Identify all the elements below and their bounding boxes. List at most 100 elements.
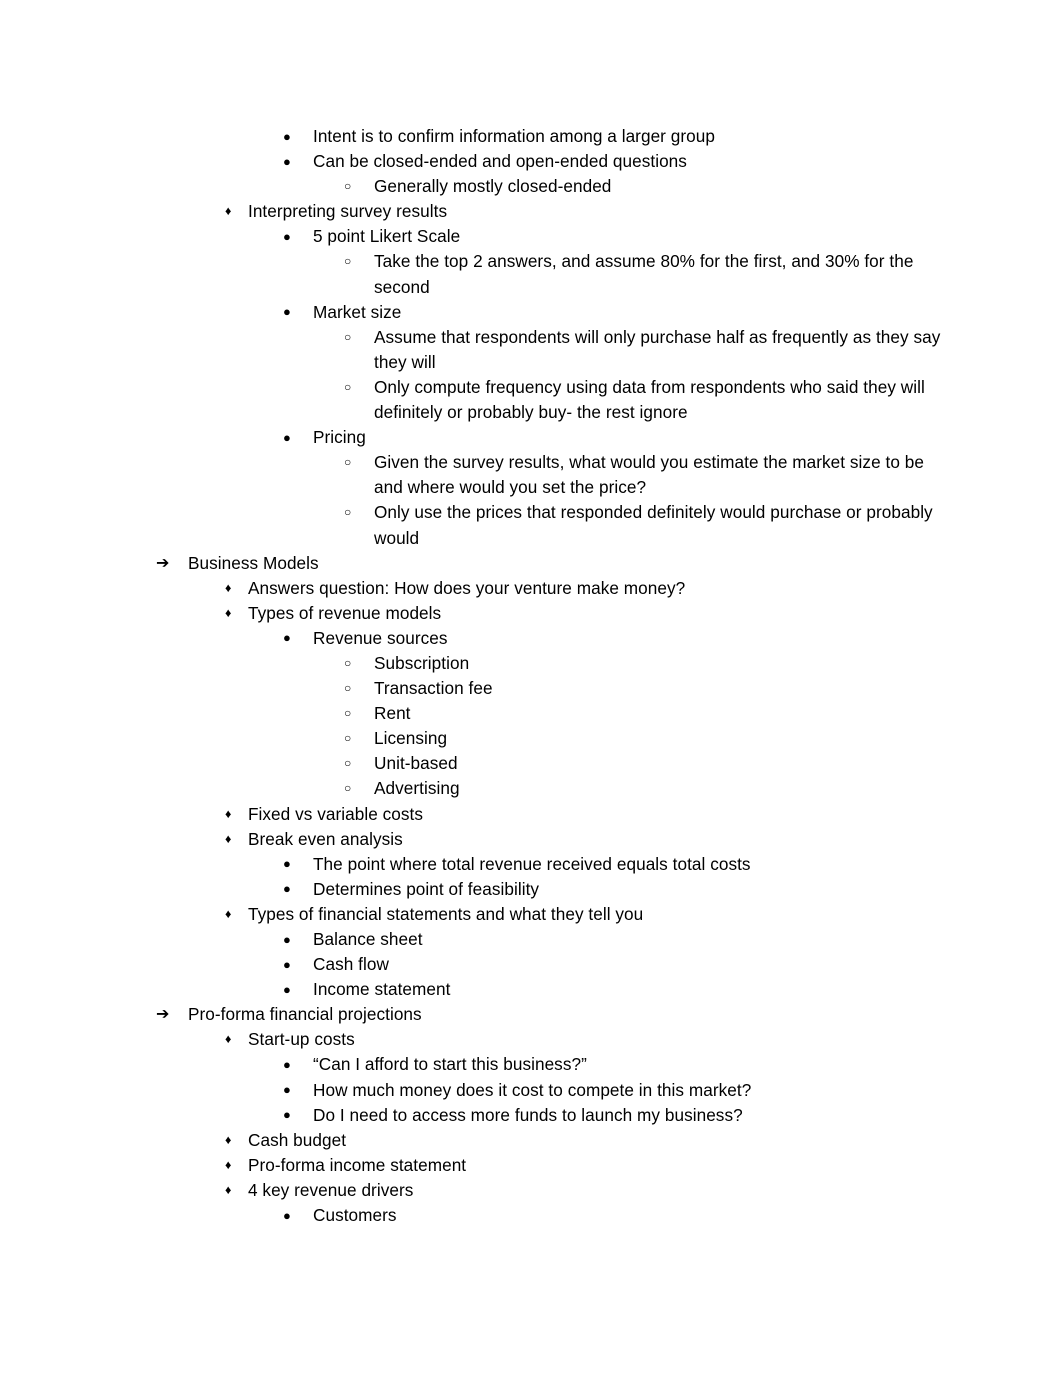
outline-item-text: Answers question: How does your venture … <box>248 577 686 598</box>
outline-item-text: Customers <box>313 1205 397 1226</box>
outline-item-level-2: ♦ Start-up costs <box>0 1027 1062 1052</box>
outline-item-text: Do I need to access more funds to launch… <box>313 1104 743 1125</box>
outline-item-text: 4 key revenue drivers <box>248 1179 414 1200</box>
disc-bullet-icon: ● <box>283 128 291 144</box>
outline-item-text: Pro-forma financial projections <box>188 1004 422 1025</box>
outline-item-level-2: ♦ Interpreting survey results <box>0 199 1062 224</box>
outline-item-text: Break even analysis <box>248 828 403 849</box>
diamond-bullet-icon: ♦ <box>225 1032 232 1047</box>
outline-item-text: Determines point of feasibility <box>313 878 540 899</box>
outline-item-level-4: ○ Rent <box>0 701 1062 726</box>
outline-item-level-3: ● Revenue sources <box>0 626 1062 651</box>
outline-item-text: Market size <box>313 301 402 322</box>
outline-item-text: Types of revenue models <box>248 602 442 623</box>
circle-bullet-icon: ○ <box>344 254 352 269</box>
outline-item-text: Unit-based <box>374 753 458 774</box>
outline-item-text: Business Models <box>188 552 319 573</box>
outline-item-level-3: ● Balance sheet <box>0 927 1062 952</box>
diamond-bullet-icon: ♦ <box>225 1182 232 1197</box>
outline-item-level-3: ● The point where total revenue received … <box>0 852 1062 877</box>
disc-bullet-icon: ● <box>283 1082 291 1098</box>
outline-item-text: Only compute frequency using data from r… <box>374 376 925 423</box>
outline-item-level-4: ○ Transaction fee <box>0 676 1062 701</box>
outline-item-level-4: ○ Take the top 2 answers, and assume 80% … <box>0 249 1062 299</box>
circle-bullet-icon: ○ <box>344 681 352 696</box>
outline-item-level-3: ● Determines point of feasibility <box>0 877 1062 902</box>
arrow-bullet-icon: ➔ <box>156 1006 170 1024</box>
outline-item-level-3: ● How much money does it cost to compete … <box>0 1078 1062 1103</box>
outline-item-level-4: ○ Given the survey results, what would yo… <box>0 450 1062 500</box>
outline-item-level-4: ○ Assume that respondents will only purch… <box>0 325 1062 375</box>
outline-item-text: Take the top 2 answers, and assume 80% f… <box>374 251 914 297</box>
circle-bullet-icon: ○ <box>344 505 352 520</box>
diamond-bullet-icon: ♦ <box>225 580 232 595</box>
outline-item-level-2: ♦ Types of revenue models <box>0 601 1062 626</box>
outline-item-text: Only use the prices that responded defin… <box>374 502 933 548</box>
outline-item-text: Transaction fee <box>374 678 493 699</box>
outline-item-level-3: ● Intent is to confirm information among … <box>0 124 1062 149</box>
outline-item-text: Intent is to confirm information among a… <box>313 126 715 146</box>
outline-item-level-4: ○ Only compute frequency using data from … <box>0 375 1062 425</box>
outline-item-text: Types of financial statements and what t… <box>248 903 644 924</box>
outline-item-text: Assume that respondents will only purcha… <box>374 326 941 372</box>
outline-item-level-4: ○ Licensing <box>0 726 1062 751</box>
outline-item-level-3: ● Cash flow <box>0 952 1062 977</box>
outline-item-text: “Can I afford to start this business?” <box>313 1054 587 1075</box>
outline-item-level-3: ● “Can I afford to start this business?” <box>0 1052 1062 1077</box>
outline-item-level-4: ○ Advertising <box>0 776 1062 801</box>
disc-bullet-icon: ● <box>283 931 291 947</box>
outline-item-text: How much money does it cost to compete i… <box>313 1079 752 1100</box>
outline-item-level-3: ● Can be closed-ended and open-ended ques… <box>0 149 1062 174</box>
outline-item-level-1: ➔ Pro-forma financial projections <box>0 1002 1062 1027</box>
outline-item-text: 5 point Likert Scale <box>313 226 461 247</box>
outline-item-text: Subscription <box>374 652 470 673</box>
outline-item-text: Can be closed-ended and open-ended quest… <box>313 151 687 172</box>
outline-item-level-3: ● Customers <box>0 1203 1062 1228</box>
outline-item-text: Fixed vs variable costs <box>248 803 423 824</box>
outline-item-level-3: ● 5 point Likert Scale <box>0 224 1062 249</box>
disc-bullet-icon: ● <box>283 881 291 897</box>
arrow-bullet-icon: ➔ <box>156 554 170 572</box>
diamond-bullet-icon: ♦ <box>225 204 232 219</box>
diamond-bullet-icon: ♦ <box>225 806 232 821</box>
outline-item-level-2: ♦ Pro-forma income statement <box>0 1153 1062 1178</box>
disc-bullet-icon: ● <box>283 630 291 646</box>
outline-item-text: Cash flow <box>313 954 389 975</box>
diamond-bullet-icon: ♦ <box>225 605 232 620</box>
outline-item-level-3: ● Pricing <box>0 425 1062 450</box>
outline-item-text: Interpreting survey results <box>248 201 448 222</box>
disc-bullet-icon: ● <box>283 304 291 320</box>
outline-item-level-2: ♦ Types of financial statements and what … <box>0 902 1062 927</box>
diamond-bullet-icon: ♦ <box>225 831 232 846</box>
outline-item-level-1: ➔ Business Models <box>0 551 1062 576</box>
outline-item-level-2: ♦ Answers question: How does your venture… <box>0 576 1062 601</box>
disc-bullet-icon: ● <box>283 956 291 972</box>
circle-bullet-icon: ○ <box>344 706 352 721</box>
disc-bullet-icon: ● <box>283 981 291 997</box>
disc-bullet-icon: ● <box>283 429 291 445</box>
outline-item-text: Rent <box>374 703 411 724</box>
disc-bullet-icon: ● <box>283 153 291 169</box>
outline-item-level-3: ● Do I need to access more funds to launc… <box>0 1103 1062 1128</box>
outline-item-text: Cash budget <box>248 1129 347 1150</box>
outline-item-level-4: ○ Subscription <box>0 651 1062 676</box>
outline-item-text: Revenue sources <box>313 627 448 648</box>
circle-bullet-icon: ○ <box>344 756 352 771</box>
outline-item-text: Income statement <box>313 979 451 1000</box>
outline-item-text: Pricing <box>313 427 366 448</box>
outline-item-level-3: ● Market size <box>0 300 1062 325</box>
outline-item-level-2: ♦ 4 key revenue drivers <box>0 1178 1062 1203</box>
outline-item-level-2: ♦ Cash budget <box>0 1128 1062 1153</box>
disc-bullet-icon: ● <box>283 1207 291 1223</box>
outline-item-level-4: ○ Only use the prices that responded defi… <box>0 500 1062 550</box>
outline-item-text: Balance sheet <box>313 929 423 949</box>
diamond-bullet-icon: ♦ <box>225 1132 232 1147</box>
outline-list: ● Intent is to confirm information among … <box>0 124 1062 1228</box>
diamond-bullet-icon: ♦ <box>225 1157 232 1172</box>
outline-item-text: The point where total revenue received e… <box>313 853 751 874</box>
diamond-bullet-icon: ♦ <box>225 906 232 921</box>
disc-bullet-icon: ● <box>283 1107 291 1123</box>
circle-bullet-icon: ○ <box>344 329 352 344</box>
outline-item-level-3: ● Income statement <box>0 977 1062 1002</box>
outline-item-level-4: ○ Unit-based <box>0 751 1062 776</box>
